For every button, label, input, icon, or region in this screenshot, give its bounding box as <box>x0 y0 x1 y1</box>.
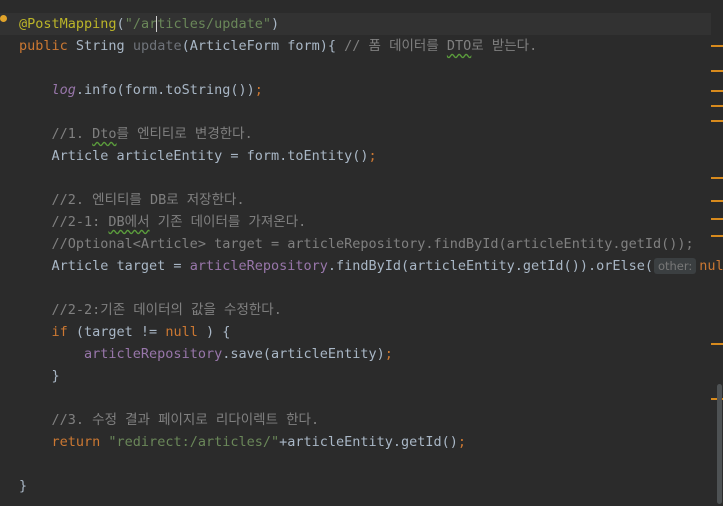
code-line[interactable]: //2-1: DB에서 기존 데이터를 가져온다. <box>0 211 711 233</box>
error-stripe[interactable] <box>711 0 723 506</box>
code-line[interactable]: return "redirect:/articles/"+articleEnti… <box>0 431 711 453</box>
code-token: (ArticleForm form){ <box>181 38 345 54</box>
code-token: 기존 데이터를 가져온다. <box>149 214 307 230</box>
code-token: articleRepository <box>84 346 223 362</box>
code-token: ; <box>254 82 263 98</box>
code-line[interactable]: //Optional<Article> target = articleRepo… <box>0 233 711 255</box>
code-token: //1. <box>51 126 93 142</box>
code-token: ) <box>271 16 280 32</box>
stripe-marker[interactable] <box>711 105 723 107</box>
code-token: return <box>51 434 109 450</box>
code-token: articleRepository <box>189 258 328 274</box>
code-token: ; <box>457 434 467 450</box>
code-line[interactable]: } <box>0 365 711 387</box>
code-line[interactable]: log.info(form.toString()); <box>0 79 711 101</box>
code-token: } <box>19 478 28 494</box>
code-line[interactable]: //2-2:기존 데이터의 값을 수정한다. <box>0 299 711 321</box>
code-token: update <box>132 38 182 54</box>
code-line[interactable]: articleRepository.save(articleEntity); <box>0 343 711 365</box>
code-line[interactable] <box>0 57 711 79</box>
code-token: //Optional<Article> target = articleRepo… <box>51 236 694 252</box>
text-cursor <box>156 16 157 32</box>
parameter-hint: other: <box>653 258 697 274</box>
code-line[interactable]: Article articleEntity = form.toEntity(); <box>0 145 711 167</box>
code-token: .info(form.toString()) <box>75 82 255 98</box>
code-token: 를 엔티티로 변경한다. <box>116 126 253 142</box>
vertical-scroll-thumb[interactable] <box>717 384 722 504</box>
code-token: ; <box>368 148 377 164</box>
code-line[interactable]: //1. Dto를 엔티티로 변경한다. <box>0 123 711 145</box>
code-token: DB에서 <box>108 214 150 230</box>
stripe-marker[interactable] <box>711 120 723 122</box>
code-token: ( <box>116 16 125 32</box>
code-editor[interactable]: @PostMapping("/articles/update") public S… <box>0 0 723 506</box>
code-line[interactable] <box>0 101 711 123</box>
bulb-icon[interactable] <box>0 15 7 22</box>
code-token: null <box>165 324 206 340</box>
code-token: Article target = <box>19 258 190 274</box>
code-token: log <box>51 82 76 98</box>
code-token: String <box>75 38 133 54</box>
stripe-marker[interactable] <box>711 177 723 179</box>
code-line[interactable]: if (target != null ) { <box>0 321 711 343</box>
code-line[interactable] <box>0 277 711 299</box>
code-token: public <box>19 38 76 54</box>
code-token: "redirect:/articles/" <box>108 434 280 450</box>
code-token: (target != <box>75 324 166 340</box>
code-line[interactable]: Article target = articleRepository.findB… <box>0 255 723 277</box>
code-token: //2. 엔티티를 DB로 저장한다. <box>51 192 245 208</box>
code-line[interactable]: //2. 엔티티를 DB로 저장한다. <box>0 189 711 211</box>
code-token: .findById(articleEntity.getId()).orElse( <box>327 258 653 274</box>
code-token: +articleEntity.getId() <box>279 434 458 450</box>
stripe-marker[interactable] <box>711 218 723 220</box>
stripe-marker[interactable] <box>711 70 723 72</box>
code-token: } <box>19 368 60 384</box>
code-token: ) { <box>205 324 231 340</box>
code-token: // 폼 데이터를 <box>344 38 447 54</box>
stripe-marker[interactable] <box>711 45 723 47</box>
code-token: .save(articleEntity) <box>222 346 385 362</box>
code-token: //2-2:기존 데이터의 값을 수정한다. <box>51 302 282 318</box>
stripe-marker[interactable] <box>711 90 723 92</box>
code-token: ; <box>384 346 393 362</box>
code-line[interactable]: } <box>0 475 711 497</box>
code-line[interactable] <box>0 387 711 409</box>
code-line[interactable] <box>0 453 711 475</box>
code-token: if <box>51 324 76 340</box>
code-token: //2-1: <box>51 214 109 230</box>
code-token: @PostMapping <box>19 16 117 32</box>
code-token: Article articleEntity = form.toEntity() <box>19 148 369 164</box>
stripe-marker[interactable] <box>711 343 723 345</box>
code-token: Dto <box>92 126 117 142</box>
code-token: "/articles/update" <box>124 16 271 32</box>
code-line[interactable] <box>0 167 711 189</box>
code-token: //3. 수정 결과 페이지로 리다이렉트 한다. <box>51 412 320 428</box>
code-line[interactable]: //3. 수정 결과 페이지로 리다이렉트 한다. <box>0 409 711 431</box>
stripe-marker[interactable] <box>711 200 723 202</box>
code-token: DTO <box>446 38 472 54</box>
code-token: 로 받는다. <box>471 38 538 54</box>
code-line[interactable]: @PostMapping("/articles/update") <box>0 13 711 35</box>
code-line[interactable]: public String update(ArticleForm form){ … <box>0 35 711 57</box>
stripe-marker[interactable] <box>711 235 723 237</box>
